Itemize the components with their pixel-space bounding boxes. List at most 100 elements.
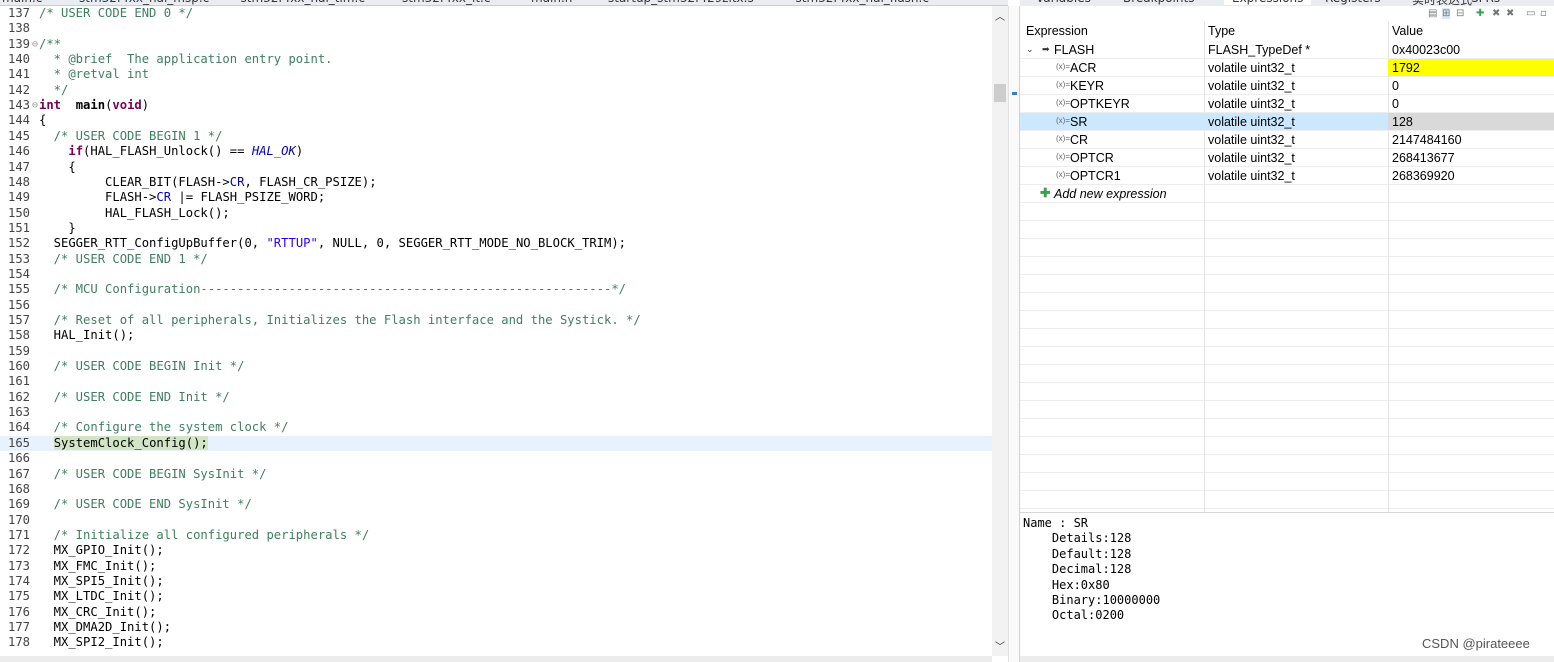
- expression-type: volatile uint32_t: [1208, 115, 1295, 129]
- code-line[interactable]: 165 SystemClock_Config();: [0, 435, 992, 452]
- code-line[interactable]: 167 /* USER CODE BEGIN SysInit */: [0, 467, 992, 482]
- editor-tab[interactable]: stm32f4xx_it.c: [402, 0, 490, 5]
- expression-value[interactable]: 0: [1392, 96, 1399, 113]
- code-line[interactable]: 147 {: [0, 160, 992, 175]
- editor-tab[interactable]: stm32f4xx_hal_tim.c: [241, 0, 365, 5]
- code-line[interactable]: 176 MX_CRC_Init();: [0, 605, 992, 620]
- code-line[interactable]: 151 }: [0, 221, 992, 236]
- code-line[interactable]: 153 /* USER CODE END 1 */: [0, 252, 992, 267]
- add-icon[interactable]: ✚: [1040, 185, 1050, 202]
- expression-row-optkeyr[interactable]: (x)= OPTKEYR volatile uint32_t 0: [1020, 95, 1554, 113]
- editor-tab[interactable]: stm32f4xx_hal_flash.c: [796, 0, 929, 5]
- column-header-type[interactable]: Type: [1208, 24, 1235, 40]
- details-pane[interactable]: Name : SR Details:128 Default:128 Decima…: [1020, 512, 1554, 656]
- expression-row-acr[interactable]: (x)= ACR volatile uint32_t 1792: [1020, 59, 1554, 77]
- code-line[interactable]: 178 MX_SPI2_Init();: [0, 635, 992, 650]
- column-header-expression[interactable]: Expression: [1026, 24, 1088, 40]
- editor-tab[interactable]: main.h: [531, 0, 572, 5]
- code-line[interactable]: 141 * @retval int: [0, 67, 992, 82]
- fold-toggle-icon[interactable]: ⊖: [32, 37, 38, 52]
- remove-icon[interactable]: ✖: [1492, 8, 1500, 19]
- expression-value[interactable]: 0x40023c00: [1392, 42, 1460, 59]
- code-line[interactable]: 174 MX_SPI5_Init();: [0, 574, 992, 589]
- code-line[interactable]: 173 MX_FMC_Init();: [0, 559, 992, 574]
- code-line[interactable]: 143 ⊖ int main(void): [0, 98, 992, 113]
- expand-toggle-icon[interactable]: ⌄: [1026, 41, 1034, 58]
- code-line[interactable]: 169 /* USER CODE END SysInit */: [0, 497, 992, 512]
- details-horizontal-scrollbar[interactable]: [1020, 656, 1554, 662]
- code-line[interactable]: 159: [0, 344, 992, 359]
- add-new-expression-row[interactable]: ✚ Add new expression: [1020, 185, 1554, 203]
- code-area[interactable]: 137/* USER CODE END 0 */138 139 ⊖/** 140 * …: [0, 6, 992, 656]
- ruler-marker[interactable]: [1012, 92, 1017, 95]
- panel-tab[interactable]: Breakpoints: [1123, 0, 1194, 5]
- code-line[interactable]: 168: [0, 482, 992, 497]
- code-line[interactable]: 171 /* Initialize all configured periphe…: [0, 528, 992, 543]
- expression-row-optcr1[interactable]: (x)= OPTCR1 volatile uint32_t 268369920: [1020, 167, 1554, 185]
- expression-row-optcr[interactable]: (x)= OPTCR volatile uint32_t 268413677: [1020, 149, 1554, 167]
- expression-row-root[interactable]: ⌄ ➡ FLASH FLASH_TypeDef * 0x40023c00: [1020, 41, 1554, 59]
- code-line[interactable]: 144 {: [0, 113, 992, 128]
- code-line[interactable]: 140 * @brief The application entry point…: [0, 52, 992, 67]
- code-line[interactable]: 154: [0, 267, 992, 282]
- code-line[interactable]: 148 CLEAR_BIT(FLASH->CR, FLASH_CR_PSIZE)…: [0, 175, 992, 190]
- code-editor[interactable]: 137/* USER CODE END 0 */138 139 ⊖/** 140 * …: [0, 6, 1008, 662]
- expression-value[interactable]: 0: [1392, 78, 1399, 95]
- show-logical-structure-icon[interactable]: ⊞: [1442, 8, 1451, 19]
- scroll-down-icon[interactable]: ﹀: [992, 638, 1008, 653]
- editor-vertical-scrollbar[interactable]: ︿ ﹀: [992, 6, 1008, 656]
- panel-tab[interactable]: Registers: [1325, 0, 1381, 5]
- code-line[interactable]: 138: [0, 21, 992, 36]
- code-line[interactable]: 177 MX_DMA2D_Init();: [0, 620, 992, 635]
- code-token: * @brief The application entry point.: [39, 52, 333, 67]
- code-line[interactable]: 158 HAL_Init();: [0, 328, 992, 343]
- code-line[interactable]: 157 /* Reset of all peripherals, Initial…: [0, 313, 992, 328]
- code-line[interactable]: 146 if(HAL_FLASH_Unlock() == HAL_OK): [0, 144, 992, 159]
- expression-value[interactable]: 268369920: [1392, 168, 1455, 185]
- expression-row-keyr[interactable]: (x)= KEYR volatile uint32_t 0: [1020, 77, 1554, 95]
- code-line[interactable]: 172 MX_GPIO_Init();: [0, 543, 992, 558]
- code-line[interactable]: 160 /* USER CODE BEGIN Init */: [0, 359, 992, 374]
- show-type-names-icon[interactable]: ▤: [1428, 8, 1437, 19]
- code-line[interactable]: 166: [0, 451, 992, 466]
- fold-toggle-icon[interactable]: ⊖: [32, 98, 38, 113]
- column-header-value[interactable]: Value: [1392, 24, 1423, 40]
- code-line[interactable]: 164 /* Configure the system clock */: [0, 420, 992, 435]
- code-line[interactable]: 142 */: [0, 83, 992, 98]
- overview-ruler: [1008, 6, 1020, 662]
- code-line[interactable]: 163: [0, 405, 992, 420]
- panel-tab[interactable]: Variables: [1036, 0, 1091, 5]
- expression-row-cr[interactable]: (x)= CR volatile uint32_t 2147484160: [1020, 131, 1554, 149]
- code-line[interactable]: 156: [0, 298, 992, 313]
- code-line[interactable]: 170: [0, 513, 992, 528]
- scrollbar-thumb[interactable]: [994, 84, 1006, 102]
- code-line[interactable]: 152 SEGGER_RTT_ConfigUpBuffer(0, "RTTUP"…: [0, 236, 992, 251]
- code-line[interactable]: 145 /* USER CODE BEGIN 1 */: [0, 129, 992, 144]
- expression-value[interactable]: 1792: [1392, 60, 1420, 77]
- panel-tab[interactable]: SFRs: [1471, 0, 1500, 5]
- view-menu-icon[interactable]: ▭: [1526, 8, 1535, 19]
- code-line[interactable]: 150 HAL_FLASH_Lock();: [0, 206, 992, 221]
- code-line[interactable]: 162 /* USER CODE END Init */: [0, 390, 992, 405]
- code-line[interactable]: 149 FLASH->CR |= FLASH_PSIZE_WORD;: [0, 190, 992, 205]
- add-expression-icon[interactable]: ✚: [1476, 8, 1484, 19]
- expression-value[interactable]: 2147484160: [1392, 132, 1462, 149]
- code-line[interactable]: 175 MX_LTDC_Init();: [0, 589, 992, 604]
- expression-value[interactable]: 128: [1392, 114, 1413, 131]
- collapse-all-icon[interactable]: ⊟: [1456, 8, 1464, 19]
- editor-horizontal-scrollbar[interactable]: [0, 656, 992, 662]
- add-new-expression-label[interactable]: Add new expression: [1054, 186, 1167, 203]
- minimize-icon[interactable]: ▫: [1540, 8, 1547, 19]
- code-line[interactable]: 161: [0, 374, 992, 389]
- scroll-up-icon[interactable]: ︿: [992, 8, 1008, 23]
- panel-tab[interactable]: Expressions: [1224, 0, 1312, 5]
- code-line[interactable]: 155 /* MCU Configuration----------------…: [0, 282, 992, 297]
- expression-row-sr[interactable]: (x)= SR volatile uint32_t 128: [1020, 113, 1554, 131]
- editor-tab[interactable]: stm32f4xx_hal_msp.c: [79, 0, 209, 5]
- code-line[interactable]: 137 /* USER CODE END 0 */: [0, 6, 992, 21]
- code-line[interactable]: 139 ⊖/**: [0, 37, 992, 52]
- editor-tab[interactable]: main.c: [2, 0, 42, 5]
- editor-tab[interactable]: startup_stm32f429zitx.s: [608, 0, 754, 5]
- expression-value[interactable]: 268413677: [1392, 150, 1455, 167]
- remove-all-icon[interactable]: ✖: [1506, 8, 1514, 19]
